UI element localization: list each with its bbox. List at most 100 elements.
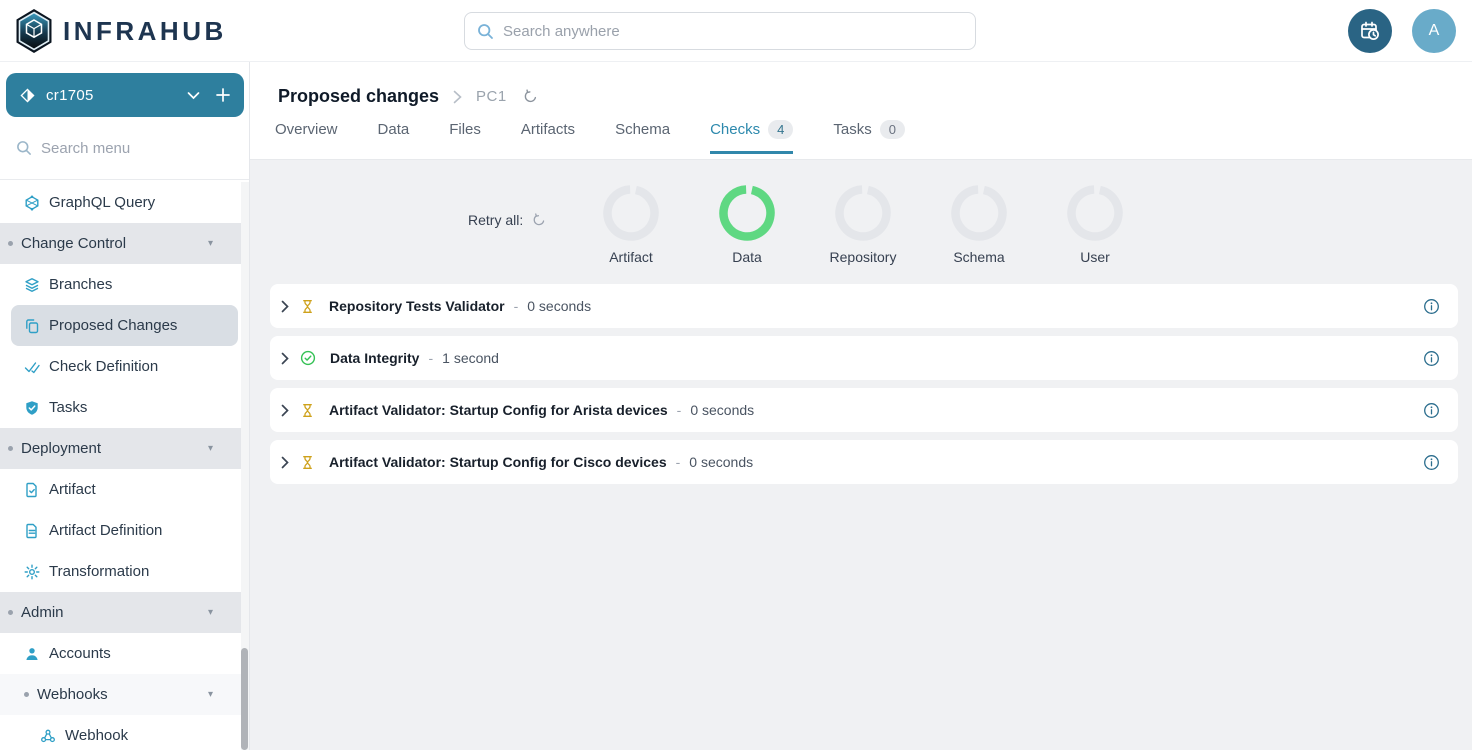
sidebar-item-artifact[interactable]: Artifact	[0, 469, 249, 510]
chevron-right-icon[interactable]	[281, 456, 289, 469]
schedule-button[interactable]	[1348, 9, 1392, 53]
tab-tasks[interactable]: Tasks 0	[833, 120, 905, 154]
section-label: Change Control	[21, 235, 126, 252]
tab-label: Checks	[710, 121, 760, 138]
separator: -	[428, 350, 433, 366]
validator-duration: 0 seconds	[527, 298, 591, 314]
breadcrumb: Proposed changes PC1	[250, 62, 1472, 107]
bullet-icon	[24, 692, 29, 697]
tab-artifacts[interactable]: Artifacts	[521, 120, 575, 154]
ring-label: Repository	[805, 249, 921, 265]
validator-row[interactable]: Artifact Validator: Startup Config for C…	[270, 440, 1458, 484]
branch-name: cr1705	[46, 87, 94, 104]
sidebar-section-admin[interactable]: Admin ▾	[0, 592, 249, 633]
tab-label: Data	[378, 121, 410, 138]
tab-overview[interactable]: Overview	[275, 120, 338, 154]
progress-ring-icon	[834, 184, 892, 242]
sidebar-item-accounts[interactable]: Accounts	[0, 633, 249, 674]
sidebar: cr1705	[0, 62, 250, 750]
ring-label: Schema	[921, 249, 1037, 265]
layers-icon	[24, 277, 40, 293]
person-icon	[24, 646, 40, 662]
sidebar-item-label: Artifact Definition	[49, 522, 162, 539]
validator-row[interactable]: Artifact Validator: Startup Config for A…	[270, 388, 1458, 432]
sidebar-item-label: Webhook	[65, 727, 128, 744]
separator: -	[676, 454, 681, 470]
sidebar-item-branches[interactable]: Branches	[0, 264, 249, 305]
check-type-rings: Artifact Data Repository Schema User	[573, 184, 1153, 265]
progress-ring-icon	[602, 184, 660, 242]
global-search-input[interactable]	[503, 23, 963, 40]
ring-artifact[interactable]: Artifact	[573, 184, 689, 265]
tab-data[interactable]: Data	[378, 120, 410, 154]
user-avatar[interactable]: A	[1412, 9, 1456, 53]
chevron-right-icon[interactable]	[281, 300, 289, 313]
sidebar-item-label: Check Definition	[49, 358, 158, 375]
ring-data[interactable]: Data	[689, 184, 805, 265]
validator-duration: 1 second	[442, 350, 499, 366]
sidebar-item-label: Proposed Changes	[49, 317, 177, 334]
retry-all-label: Retry all:	[468, 212, 523, 228]
logo-wordmark: INFRAHUB	[63, 16, 227, 47]
bullet-icon	[8, 446, 13, 451]
info-icon[interactable]	[1423, 350, 1440, 367]
sidebar-item-label: Artifact	[49, 481, 96, 498]
sidebar-item-proposed-changes[interactable]: Proposed Changes	[11, 305, 238, 346]
sidebar-section-deployment[interactable]: Deployment ▾	[0, 428, 249, 469]
chevron-down-icon[interactable]	[187, 91, 200, 100]
validator-name: Data Integrity	[330, 350, 419, 366]
validator-duration: 0 seconds	[690, 402, 754, 418]
sidebar-item-transformation[interactable]: Transformation	[0, 551, 249, 592]
tab-label: Files	[449, 121, 481, 138]
breadcrumb-root[interactable]: Proposed changes	[278, 86, 439, 107]
branch-selector[interactable]: cr1705	[6, 73, 244, 117]
tab-label: Artifacts	[521, 121, 575, 138]
menu-search-input[interactable]	[41, 140, 240, 157]
chevron-right-icon[interactable]	[281, 352, 289, 365]
tab-files[interactable]: Files	[449, 120, 481, 154]
sidebar-item-graphql-query[interactable]: GraphQL Query	[0, 182, 249, 223]
sidebar-item-label: Tasks	[49, 399, 87, 416]
info-icon[interactable]	[1423, 402, 1440, 419]
validator-row[interactable]: Repository Tests Validator - 0 seconds	[270, 284, 1458, 328]
separator: -	[514, 298, 519, 314]
retry-all: Retry all:	[468, 212, 546, 228]
global-search	[464, 12, 976, 50]
sidebar-section-change-control[interactable]: Change Control ▾	[0, 223, 249, 264]
file-lines-icon	[24, 523, 40, 539]
tab-count-badge: 0	[880, 120, 905, 139]
sidebar-scrollbar-thumb[interactable]	[241, 648, 248, 750]
info-icon[interactable]	[1423, 298, 1440, 315]
sidebar-menu: GraphQL Query Change Control ▾ Branches	[0, 182, 249, 756]
ring-repository[interactable]: Repository	[805, 184, 921, 265]
sidebar-item-tasks[interactable]: Tasks	[0, 387, 249, 428]
sidebar-item-label: GraphQL Query	[49, 194, 155, 211]
sidebar-item-artifact-definition[interactable]: Artifact Definition	[0, 510, 249, 551]
gear-icon	[24, 564, 40, 580]
info-icon[interactable]	[1423, 454, 1440, 471]
page-header: Proposed changes PC1 Overview Data Files…	[250, 62, 1472, 160]
tab-count-badge: 4	[768, 120, 793, 139]
section-label: Admin	[21, 604, 64, 621]
progress-ring-icon	[950, 184, 1008, 242]
top-bar: INFRAHUB A	[0, 0, 1472, 62]
create-branch-button[interactable]	[216, 88, 230, 102]
ring-label: User	[1037, 249, 1153, 265]
sidebar-item-label: Accounts	[49, 645, 111, 662]
validator-row[interactable]: Data Integrity - 1 second	[270, 336, 1458, 380]
refresh-icon[interactable]	[523, 89, 538, 104]
shield-check-icon	[24, 400, 40, 416]
ring-label: Artifact	[573, 249, 689, 265]
chevron-right-icon[interactable]	[281, 404, 289, 417]
tab-checks[interactable]: Checks 4	[710, 120, 793, 154]
validator-name: Artifact Validator: Startup Config for A…	[329, 402, 668, 418]
sidebar-item-check-definition[interactable]: Check Definition	[0, 346, 249, 387]
retry-refresh-icon[interactable]	[532, 213, 546, 227]
ring-user[interactable]: User	[1037, 184, 1153, 265]
progress-ring-icon	[1066, 184, 1124, 242]
tab-schema[interactable]: Schema	[615, 120, 670, 154]
bullet-icon	[8, 241, 13, 246]
ring-schema[interactable]: Schema	[921, 184, 1037, 265]
sidebar-section-webhooks[interactable]: Webhooks ▾	[0, 674, 249, 715]
infrahub-logo[interactable]: INFRAHUB	[14, 8, 227, 54]
